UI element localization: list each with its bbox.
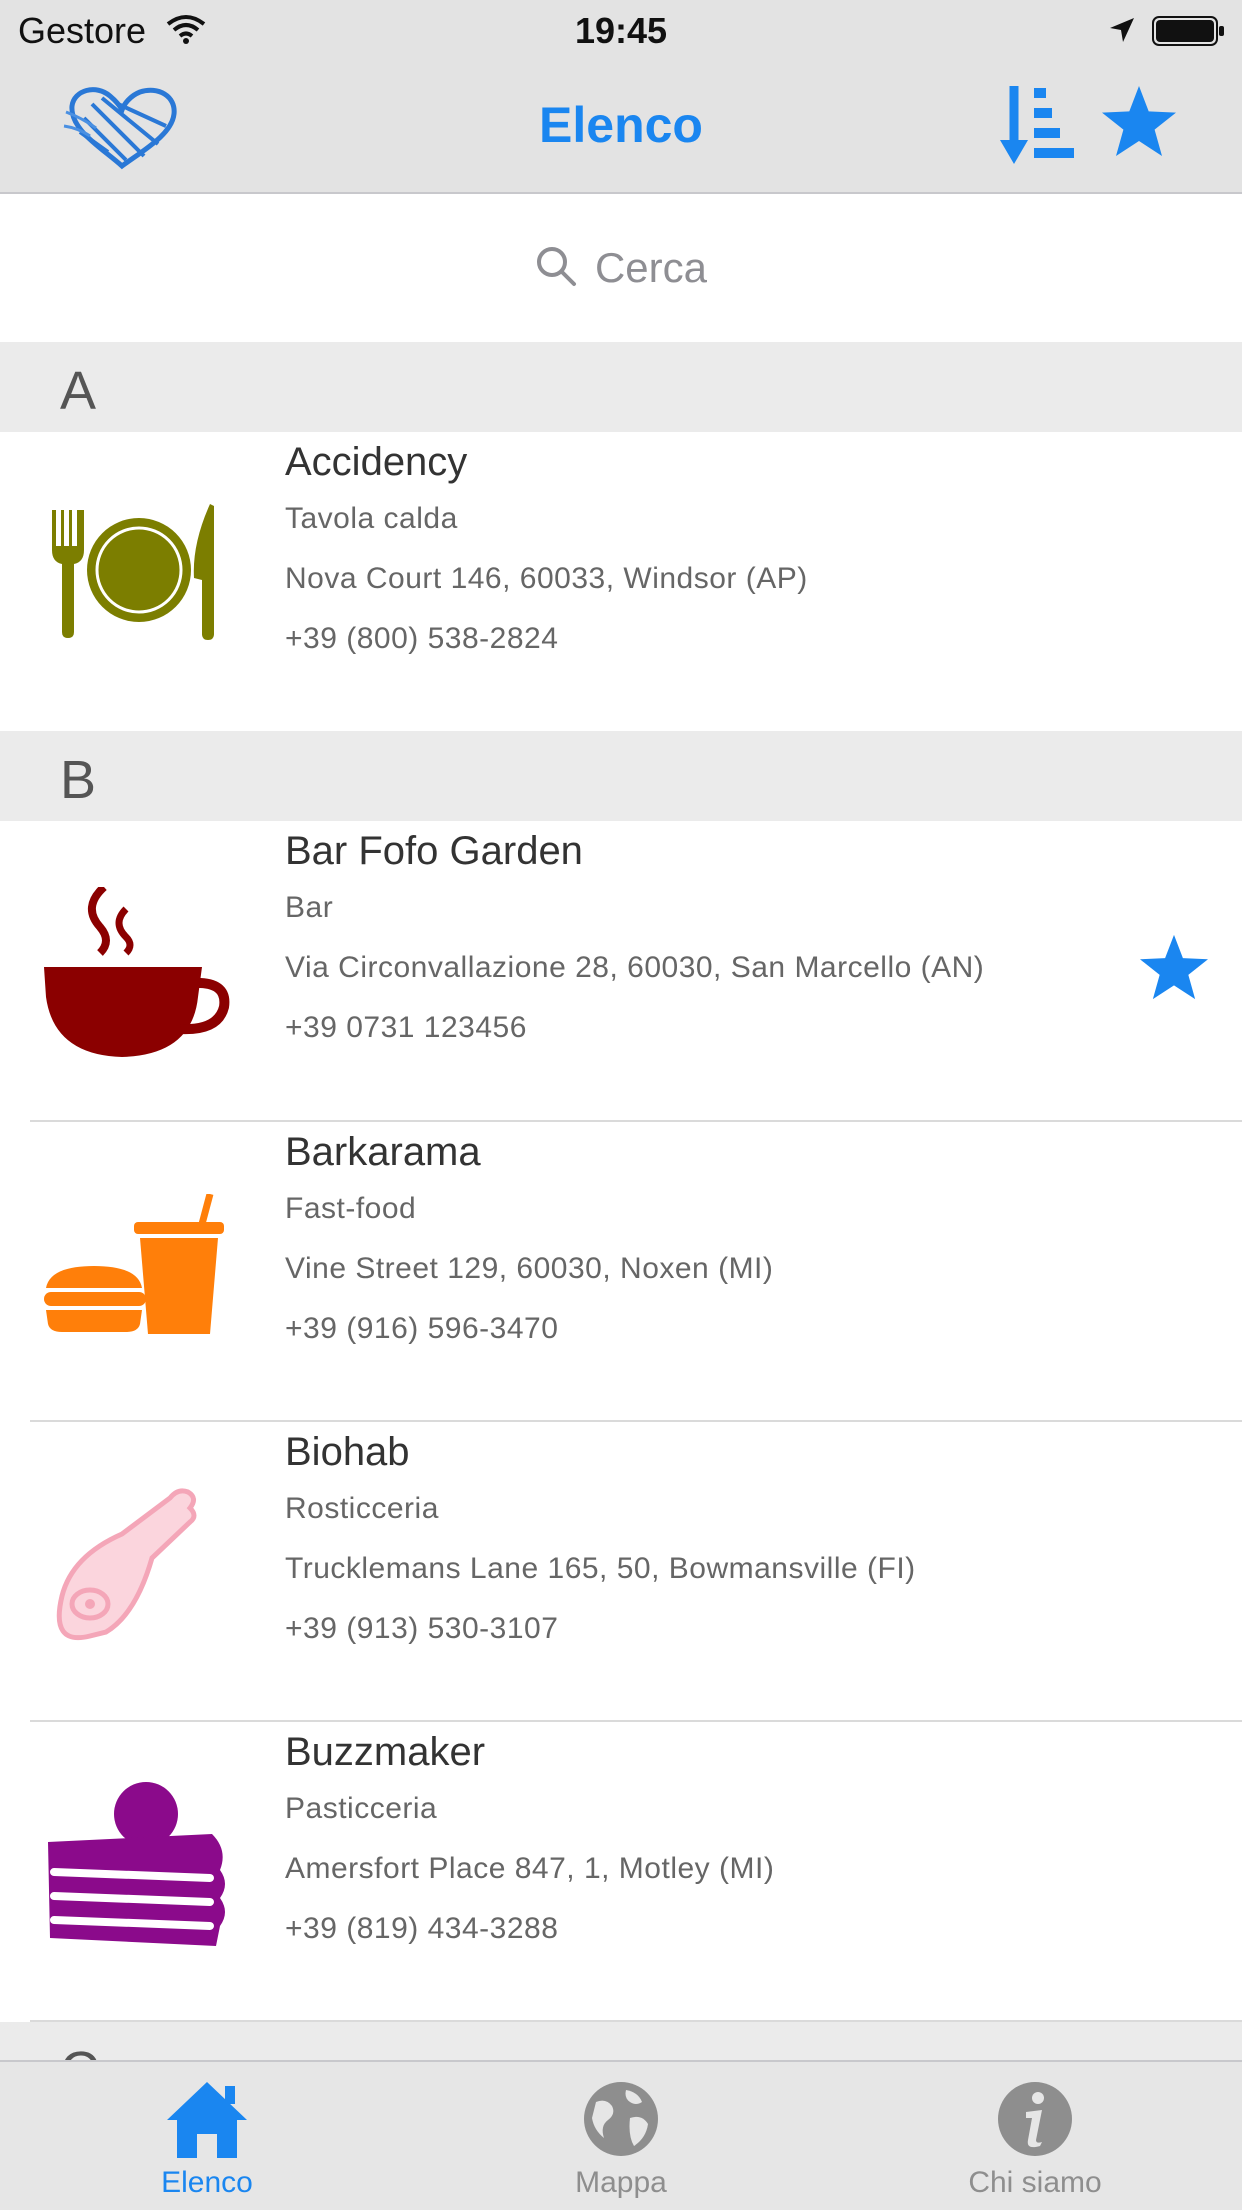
favorites-star-icon[interactable] [1100, 84, 1178, 163]
search-input[interactable]: Cerca [595, 244, 707, 292]
favorite-star-icon[interactable] [1138, 933, 1210, 1006]
item-phone[interactable]: +39 (913) 530-3107 [285, 1612, 558, 1646]
section-header-b: B [0, 731, 1242, 821]
list-item-buzzmaker[interactable]: Buzzmaker Pasticceria Amersfort Place 84… [0, 1722, 1242, 2018]
list-item-accidency[interactable]: Accidency Tavola calda Nova Court 146, 6… [0, 432, 1242, 728]
item-category: Bar [285, 891, 334, 924]
info-icon [996, 2080, 1074, 2163]
list-item-bar-fofo-garden[interactable]: Bar Fofo Garden Bar Via Circonvallazione… [0, 821, 1242, 1119]
burger-drink-icon [42, 1193, 232, 1384]
section-header-a: A [0, 342, 1242, 432]
home-icon [165, 2080, 249, 2165]
clock: 19:45 [574, 10, 668, 51]
item-address: Nova Court 146, 60033, Windsor (AP) [285, 562, 808, 595]
item-address: Via Circonvallazione 28, 60030, San Marc… [285, 951, 985, 984]
coffee-cup-icon [42, 884, 232, 1077]
tab-elenco[interactable]: Elenco [0, 2062, 414, 2210]
globe-icon [582, 2080, 660, 2163]
navigation-bar: Elenco [0, 60, 1242, 194]
item-category: Pasticceria [285, 1792, 438, 1825]
item-name: Barkarama [285, 1130, 481, 1174]
item-phone[interactable]: +39 (800) 538-2824 [285, 622, 558, 656]
item-address: Vine Street 129, 60030, Noxen (MI) [285, 1252, 774, 1285]
item-name: Bar Fofo Garden [285, 829, 583, 873]
tab-bar: Elenco Mappa Chi siamo [0, 2060, 1242, 2210]
item-category: Rosticceria [285, 1492, 439, 1525]
item-name: Buzzmaker [285, 1730, 486, 1774]
section-letter: B [60, 750, 97, 810]
item-phone[interactable]: +39 (916) 596-3470 [285, 1312, 558, 1346]
section-letter: A [60, 361, 97, 421]
search-icon [535, 245, 577, 292]
item-name: Accidency [285, 440, 468, 484]
list-item-barkarama[interactable]: Barkarama Fast-food Vine Street 129, 600… [0, 1122, 1242, 1418]
sort-icon[interactable] [1000, 84, 1080, 173]
item-category: Fast-food [285, 1192, 417, 1225]
tab-label: Chi siamo [968, 2166, 1102, 2199]
tab-mappa[interactable]: Mappa [414, 2062, 828, 2210]
item-address: Trucklemans Lane 165, 50, Bowmansville (… [285, 1552, 916, 1585]
tab-chi-siamo[interactable]: Chi siamo [828, 2062, 1242, 2210]
item-name: Biohab [285, 1430, 410, 1474]
tab-label: Elenco [161, 2166, 253, 2199]
plate-cutlery-icon [42, 504, 232, 694]
battery-icon [1152, 16, 1226, 51]
item-phone[interactable]: +39 0731 123456 [285, 1011, 527, 1045]
section-letter: C [60, 2040, 99, 2060]
search-bar[interactable]: Cerca [0, 194, 1242, 342]
list-item-biohab[interactable]: Biohab Rosticceria Trucklemans Lane 165,… [0, 1422, 1242, 1718]
location-arrow-icon [1108, 16, 1136, 49]
item-phone[interactable]: +39 (819) 434-3288 [285, 1912, 558, 1946]
ham-leg-icon [42, 1486, 232, 1676]
cake-slice-icon [42, 1780, 232, 1970]
section-header-c: C [0, 2022, 1242, 2060]
item-category: Tavola calda [285, 502, 458, 535]
item-address: Amersfort Place 847, 1, Motley (MI) [285, 1852, 775, 1885]
status-bar: Gestore 19:45 [0, 0, 1242, 60]
tab-label: Mappa [575, 2166, 667, 2199]
